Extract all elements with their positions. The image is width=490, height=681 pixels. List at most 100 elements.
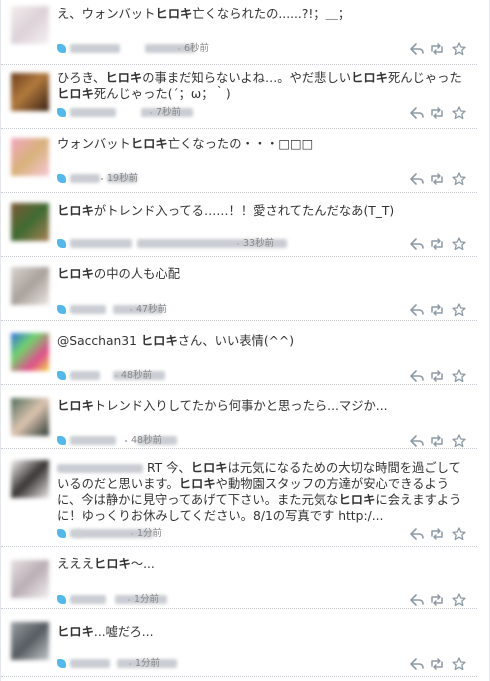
reply-icon[interactable]	[409, 369, 425, 383]
tweet-item[interactable]: @Sacchan31 ヒロキさん、いい表情(^^) 48秒前	[1, 320, 477, 385]
tweet-meta: 1分前	[57, 528, 357, 540]
twitter-bird-icon	[57, 595, 66, 604]
retweet-icon[interactable]	[429, 303, 445, 317]
retweet-icon[interactable]	[429, 657, 445, 671]
retweet-icon[interactable]	[429, 42, 445, 56]
blurred-username[interactable]	[70, 174, 100, 183]
reply-icon[interactable]	[409, 303, 425, 317]
tweet-actions	[409, 106, 467, 120]
tweet-item[interactable]: ヒロキトレンド入りしてたから何事かと思ったら...マジか... 48秒前	[1, 384, 477, 449]
timestamp-text: 48秒前	[131, 435, 163, 446]
tweet-item[interactable]: ヒロキの中の人も心配 47秒前	[1, 256, 477, 321]
favorite-star-icon[interactable]	[451, 237, 467, 251]
timestamp[interactable]: 33秒前	[237, 238, 274, 250]
timestamp[interactable]: 48秒前	[125, 435, 162, 447]
retweet-icon[interactable]	[429, 434, 445, 448]
tweet-item[interactable]: ひろき、ヒロキの事まだ知らないよね…。やだ悲しいヒロキ死んじゃったヒロキ死んじゃ…	[1, 64, 477, 129]
blurred-username[interactable]	[70, 659, 110, 668]
separator-dot	[125, 439, 127, 442]
retweet-icon[interactable]	[429, 369, 445, 383]
retweet-icon[interactable]	[429, 527, 445, 541]
avatar[interactable]	[11, 398, 49, 436]
twitter-bird-icon	[57, 108, 66, 117]
blurred-username[interactable]	[70, 305, 106, 314]
reply-icon[interactable]	[409, 106, 425, 120]
tweet-item[interactable]: RT 今、ヒロキは元気になるための大切な時間を過ごしているのだと思います。ヒロキ…	[1, 448, 477, 547]
blurred-username[interactable]	[70, 239, 132, 248]
separator-dot	[129, 662, 131, 665]
blurred-username[interactable]	[70, 436, 116, 445]
avatar[interactable]	[11, 6, 49, 44]
avatar[interactable]	[11, 460, 49, 498]
timestamp[interactable]: 47秒前	[130, 304, 167, 316]
avatar[interactable]	[11, 333, 49, 371]
avatar[interactable]	[11, 267, 49, 305]
tweet-item[interactable]: ヒロキがトレンド入ってる……！！愛されてたんだなあ(T_T) 33秒前	[1, 192, 477, 257]
blurred-username[interactable]	[70, 595, 106, 604]
reply-icon[interactable]	[409, 527, 425, 541]
twitter-bird-icon	[57, 44, 66, 53]
timestamp[interactable]: 1分前	[128, 594, 159, 606]
avatar[interactable]	[11, 73, 49, 111]
blurred-username[interactable]	[70, 44, 120, 53]
reply-icon[interactable]	[409, 657, 425, 671]
tweet-meta: 6秒前	[57, 43, 357, 55]
text-segment: RT 今、	[147, 461, 191, 475]
reply-icon[interactable]	[409, 237, 425, 251]
favorite-star-icon[interactable]	[451, 369, 467, 383]
tweet-item[interactable]: ウォンバットヒロキ亡くなったの・・・□□□ 19秒前	[1, 128, 477, 193]
keyword-highlight: ヒロキ	[190, 461, 228, 475]
timestamp[interactable]: 48秒前	[115, 370, 152, 382]
timestamp[interactable]: 1分前	[129, 658, 160, 670]
retweet-icon[interactable]	[429, 172, 445, 186]
text-segment: 死んじゃった	[387, 71, 462, 85]
favorite-star-icon[interactable]	[451, 434, 467, 448]
tweet-item[interactable]: ヒロキ...嘘だろ... 1分前	[1, 608, 477, 677]
tweet-item[interactable]: え、ウォンバットヒロキ亡くなられたの......?!；＿； 6秒前	[1, 0, 477, 65]
timestamp[interactable]: 7秒前	[150, 107, 181, 119]
twitter-bird-icon	[57, 371, 66, 380]
avatar[interactable]	[11, 622, 49, 660]
timestamp-text: 1分前	[137, 528, 163, 539]
timestamp[interactable]: 1分前	[131, 528, 162, 540]
blurred-username[interactable]	[70, 371, 100, 380]
twitter-bird-icon	[57, 305, 66, 314]
tweet-text: ウォンバットヒロキ亡くなったの・・・□□□	[57, 136, 467, 152]
reply-icon[interactable]	[409, 593, 425, 607]
tweet-text: @Sacchan31 ヒロキさん、いい表情(^^)	[57, 333, 467, 349]
blurred-username[interactable]	[57, 464, 143, 473]
reply-icon[interactable]	[409, 42, 425, 56]
blurred-username[interactable]	[70, 108, 116, 117]
favorite-star-icon[interactable]	[451, 106, 467, 120]
retweet-icon[interactable]	[429, 593, 445, 607]
avatar[interactable]	[11, 203, 49, 241]
avatar[interactable]	[11, 138, 49, 176]
tweet-actions	[409, 172, 467, 186]
favorite-star-icon[interactable]	[451, 303, 467, 317]
text-segment: がトレンド入ってる……！！愛されてたんだなあ(T_T)	[93, 204, 395, 218]
timestamp[interactable]: 6秒前	[178, 43, 209, 55]
avatar[interactable]	[11, 560, 49, 598]
favorite-star-icon[interactable]	[451, 527, 467, 541]
tweet-meta: 33秒前	[57, 238, 357, 250]
keyword-highlight: ヒロキ	[178, 477, 216, 491]
retweet-icon[interactable]	[429, 237, 445, 251]
reply-icon[interactable]	[409, 172, 425, 186]
text-segment: ひろき、	[57, 71, 106, 85]
tweet-meta: 19秒前	[57, 173, 357, 185]
tweet-meta: 47秒前	[57, 304, 357, 316]
timestamp-text: 19秒前	[107, 173, 139, 184]
favorite-star-icon[interactable]	[451, 593, 467, 607]
retweet-icon[interactable]	[429, 106, 445, 120]
tweet-actions	[409, 237, 467, 251]
text-segment: え、ウォンバット	[57, 7, 156, 21]
keyword-highlight: ヒロキ	[130, 137, 168, 151]
favorite-star-icon[interactable]	[451, 42, 467, 56]
tweet-meta: 1分前	[57, 658, 357, 670]
favorite-star-icon[interactable]	[451, 657, 467, 671]
reply-icon[interactable]	[409, 434, 425, 448]
favorite-star-icon[interactable]	[451, 172, 467, 186]
tweet-item[interactable]: えええヒロキ〜... 1分前	[1, 546, 477, 609]
timestamp[interactable]: 19秒前	[101, 173, 138, 185]
timestamp-text: 47秒前	[136, 304, 168, 315]
